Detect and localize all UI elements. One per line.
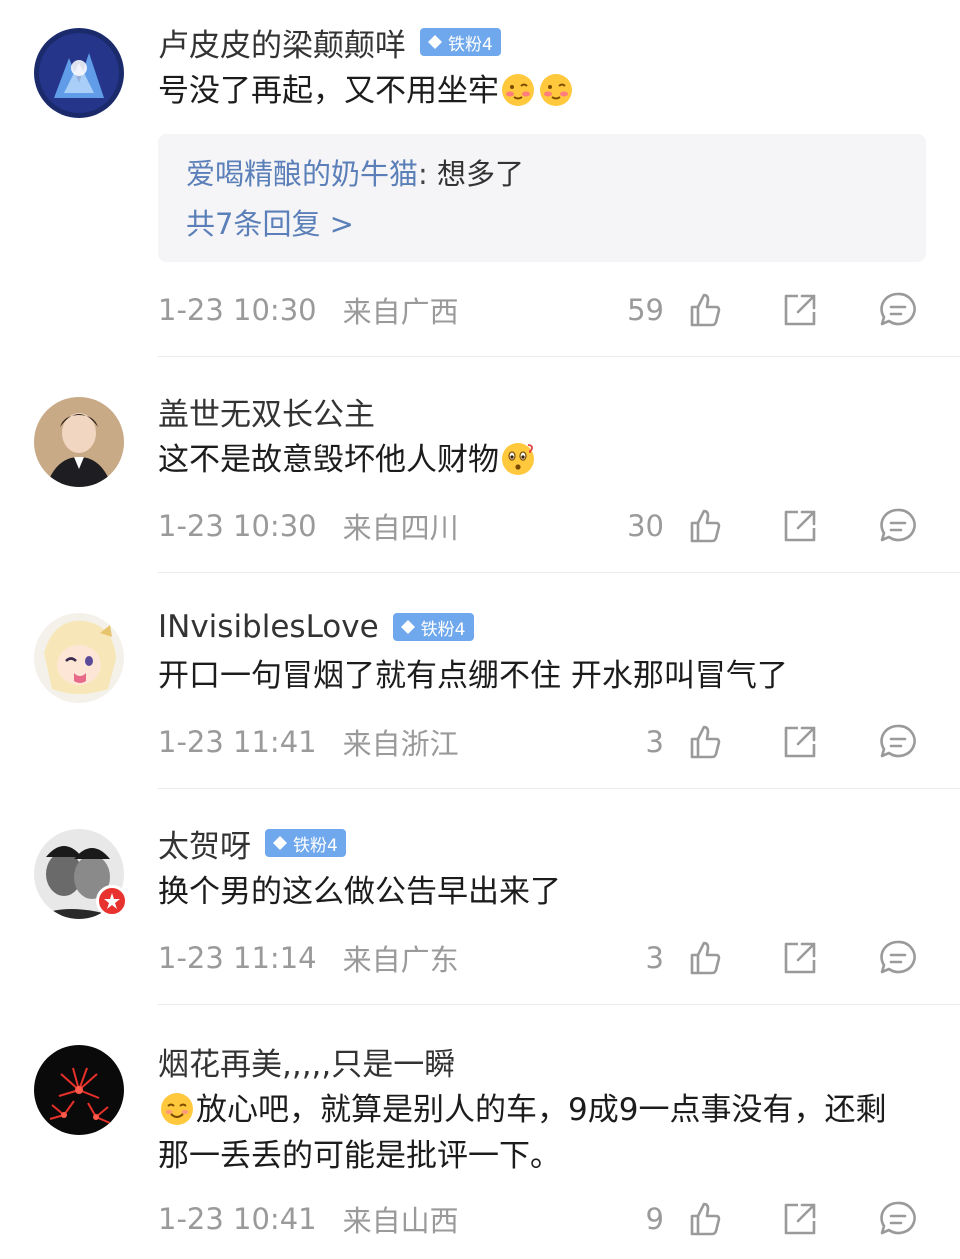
comment-time: 1-23 10:41: [158, 1202, 317, 1236]
like-icon[interactable]: [684, 290, 724, 330]
like-count: 30: [627, 509, 664, 543]
fan-badge[interactable]: 铁粉4: [265, 829, 346, 857]
user-row: 卢皮皮的梁颠颠咩 铁粉4: [158, 20, 501, 64]
user-row: INvisiblesLove 铁粉4: [158, 605, 474, 649]
like-count: 9: [645, 1202, 664, 1236]
avatar[interactable]: [34, 397, 124, 487]
comment-meta: 1-23 11:14 来自广东: [158, 936, 459, 980]
smile-face-emoji: [160, 1092, 194, 1126]
comment-text-line: 放心吧，就算是别人的车，9成9一点事没有，还剩: [196, 1092, 887, 1128]
comment-location: 来自浙江: [342, 727, 459, 761]
user-row: 太贺呀 铁粉4: [158, 821, 346, 865]
comment-text-content: 换个男的这么做公告早出来了: [158, 874, 561, 910]
reply-username[interactable]: 爱喝精酿的奶牛猫: [186, 157, 418, 191]
user-row: 盖世无双长公主: [158, 389, 375, 433]
share-icon[interactable]: [780, 938, 820, 978]
share-icon[interactable]: [780, 290, 820, 330]
comment-text: 放心吧，就算是别人的车，9成9一点事没有，还剩 那一丢丢的可能是批评一下。: [158, 1087, 928, 1179]
reply-text: 想多了: [437, 157, 525, 191]
wonder-face-emoji: [501, 442, 535, 476]
reply-colon: :: [418, 157, 428, 191]
comment-icon[interactable]: [878, 506, 918, 546]
comment-meta: 1-23 10:30 来自四川: [158, 504, 459, 548]
comment-text: 换个男的这么做公告早出来了: [158, 869, 928, 915]
diamond-icon: [273, 836, 287, 850]
comment-location: 来自广东: [342, 943, 459, 977]
like-icon[interactable]: [684, 722, 724, 762]
fan-badge-label: 铁粉4: [448, 34, 493, 55]
comment-icon[interactable]: [878, 1199, 918, 1239]
comment-text-line: 那一丢丢的可能是批评一下。: [158, 1138, 561, 1174]
user-row: 烟花再美,,,,,只是一瞬: [158, 1039, 455, 1083]
comment-item: INvisiblesLove 铁粉4 开口一句冒烟了就有点绷不住 开水那叫冒气了…: [0, 573, 960, 789]
like-count: 3: [645, 725, 664, 759]
username[interactable]: 烟花再美,,,,,只是一瞬: [158, 1039, 455, 1084]
comment-item: 盖世无双长公主 这不是故意毁坏他人财物 1-23 10:30 来自四川 30: [0, 357, 960, 573]
fan-badge-label: 铁粉4: [420, 619, 466, 640]
verified-star-icon: [104, 893, 120, 909]
comment-meta: 1-23 11:41 来自浙江: [158, 720, 459, 764]
blush-face-emoji: [501, 73, 535, 107]
view-replies-link[interactable]: 共7条回复 >: [186, 204, 354, 244]
reply-preview[interactable]: 爱喝精酿的奶牛猫: 想多了 共7条回复 >: [158, 134, 926, 262]
comment-location: 来自山西: [342, 1204, 459, 1238]
blush-face-emoji: [539, 73, 573, 107]
comment-meta: 1-23 10:30 来自广西: [158, 288, 459, 332]
fan-badge[interactable]: 铁粉4: [392, 613, 474, 641]
diamond-icon: [428, 35, 442, 49]
comment-icon[interactable]: [878, 938, 918, 978]
comment-meta: 1-23 10:41 来自山西: [158, 1197, 459, 1241]
comment-item: 烟花再美,,,,,只是一瞬 放心吧，就算是别人的车，9成9一点事没有，还剩 那一…: [0, 1005, 960, 1259]
reply-line: 爱喝精酿的奶牛猫: 想多了: [186, 154, 524, 194]
comment-time: 1-23 11:14: [158, 941, 317, 975]
fan-badge[interactable]: 铁粉4: [420, 28, 501, 56]
like-icon[interactable]: [684, 506, 724, 546]
comment-item: 卢皮皮的梁颠颠咩 铁粉4 号没了再起，又不用坐牢 爱喝精酿的奶牛猫: 想多了 共…: [0, 0, 960, 357]
share-icon[interactable]: [780, 506, 820, 546]
share-icon[interactable]: [780, 722, 820, 762]
like-count: 59: [627, 293, 664, 327]
comment-text-content: 号没了再起，又不用坐牢: [158, 73, 499, 109]
comment-icon[interactable]: [878, 290, 918, 330]
avatar[interactable]: [34, 1045, 124, 1135]
comment-text-content: 这不是故意毁坏他人财物: [158, 442, 499, 478]
comment-time: 1-23 10:30: [158, 293, 317, 327]
comment-location: 来自广西: [342, 295, 459, 329]
diamond-icon: [400, 620, 415, 634]
username[interactable]: 太贺呀: [158, 821, 251, 866]
username[interactable]: 卢皮皮的梁颠颠咩: [158, 20, 406, 65]
comment-text: 开口一句冒烟了就有点绷不住 开水那叫冒气了: [158, 653, 928, 699]
comment-time: 1-23 11:41: [158, 725, 317, 759]
share-icon[interactable]: [780, 1199, 820, 1239]
comment-text: 这不是故意毁坏他人财物: [158, 437, 928, 483]
username[interactable]: INvisiblesLove: [158, 609, 379, 645]
like-icon[interactable]: [684, 1199, 724, 1239]
comment-text: 号没了再起，又不用坐牢: [158, 68, 928, 114]
comment-text-content: 开口一句冒烟了就有点绷不住 开水那叫冒气了: [158, 658, 788, 694]
like-icon[interactable]: [684, 938, 724, 978]
avatar[interactable]: [34, 28, 124, 118]
comment-location: 来自四川: [342, 511, 459, 545]
comment-icon[interactable]: [878, 722, 918, 762]
like-count: 3: [645, 941, 664, 975]
comment-item: 太贺呀 铁粉4 换个男的这么做公告早出来了 1-23 11:14 来自广东 3: [0, 789, 960, 1005]
username[interactable]: 盖世无双长公主: [158, 389, 375, 434]
verified-badge: [96, 885, 128, 917]
comment-time: 1-23 10:30: [158, 509, 317, 543]
fan-badge-label: 铁粉4: [293, 835, 338, 856]
avatar[interactable]: [34, 613, 124, 703]
